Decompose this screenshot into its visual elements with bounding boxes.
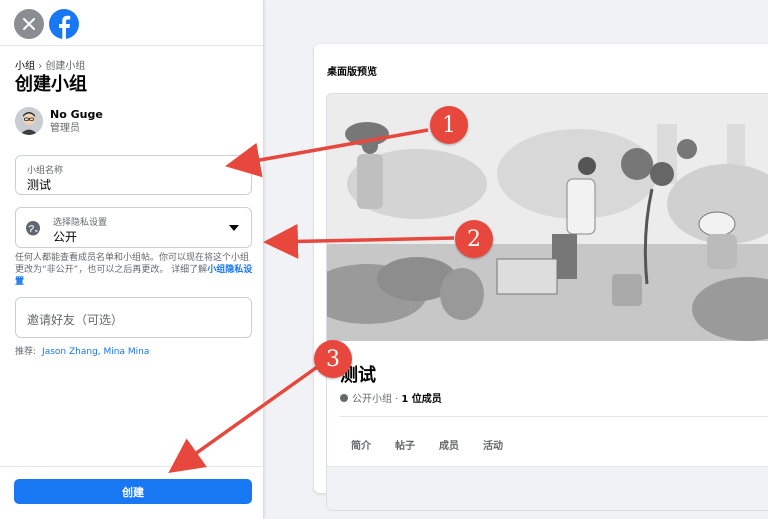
privacy-label: 选择隐私设置 — [53, 218, 108, 228]
privacy-help-text: 任何人都能查看成员名单和小组帖。你可以现在将这个小组更改为“非公开”，也可以之后… — [15, 252, 255, 288]
avatar[interactable] — [15, 107, 43, 135]
tab-events: 活动 — [483, 441, 503, 452]
group-name-value[interactable]: 测试 — [27, 176, 51, 193]
invite-friends-input[interactable]: 邀请好友（可选） — [15, 297, 252, 338]
facebook-logo[interactable] — [49, 9, 79, 39]
close-button[interactable] — [14, 9, 44, 39]
create-group-sidebar: 小组 › 创建小组 创建小组 No Guge 管理员 小组名称 测试 选择隐私设 — [0, 0, 264, 519]
invite-placeholder: 邀请好友（可选） — [27, 313, 124, 327]
admin-user: No Guge 管理员 — [15, 107, 103, 135]
suggestions-label: 推荐: — [15, 347, 37, 357]
chevron-down-icon — [229, 225, 239, 231]
avatar-image — [15, 107, 43, 135]
create-button[interactable]: 创建 — [14, 479, 252, 504]
suggested-friends[interactable]: Jason Zhang, Mina Mina — [42, 347, 149, 357]
preview-tabs: 简介 帖子 成员 活动 — [351, 437, 527, 452]
divider — [339, 416, 768, 417]
page-title: 创建小组 — [15, 74, 87, 95]
desktop-preview-panel: 桌面版预览 测试 公开小组 · 1 位成员 简介 帖子 成员 活动 — [314, 44, 768, 511]
sidebar-topbar — [0, 0, 263, 46]
small-globe-icon — [340, 393, 348, 402]
globe-icon — [26, 221, 40, 236]
preview-group-meta: 公开小组 · 1 位成员 — [340, 390, 442, 405]
tab-members: 成员 — [439, 441, 459, 452]
annotation-marker-1: 1 — [430, 106, 468, 144]
preview-members: 1 位成员 — [401, 394, 442, 405]
tab-posts: 帖子 — [395, 441, 415, 452]
preview-privacy: 公开小组 · — [352, 394, 399, 405]
privacy-value: 公开 — [53, 230, 78, 244]
facebook-icon — [59, 15, 71, 39]
preview-title: 桌面版预览 — [327, 67, 377, 78]
tab-about: 简介 — [351, 441, 371, 452]
annotation-marker-2: 2 — [455, 220, 493, 258]
annotation-marker-3: 3 — [314, 340, 352, 378]
suggestions: 推荐: Jason Zhang, Mina Mina — [15, 344, 149, 357]
preview-card: 测试 公开小组 · 1 位成员 简介 帖子 成员 活动 — [326, 93, 768, 511]
preview-feed-area — [327, 466, 768, 510]
user-name: No Guge — [50, 107, 103, 121]
close-icon — [23, 18, 35, 30]
user-role: 管理员 — [50, 122, 80, 134]
group-name-label: 小组名称 — [27, 166, 64, 176]
cover-illustration — [327, 94, 768, 341]
privacy-select[interactable]: 选择隐私设置 公开 — [15, 207, 252, 248]
cover-photo — [327, 94, 768, 341]
group-name-field[interactable]: 小组名称 测试 — [15, 155, 252, 195]
